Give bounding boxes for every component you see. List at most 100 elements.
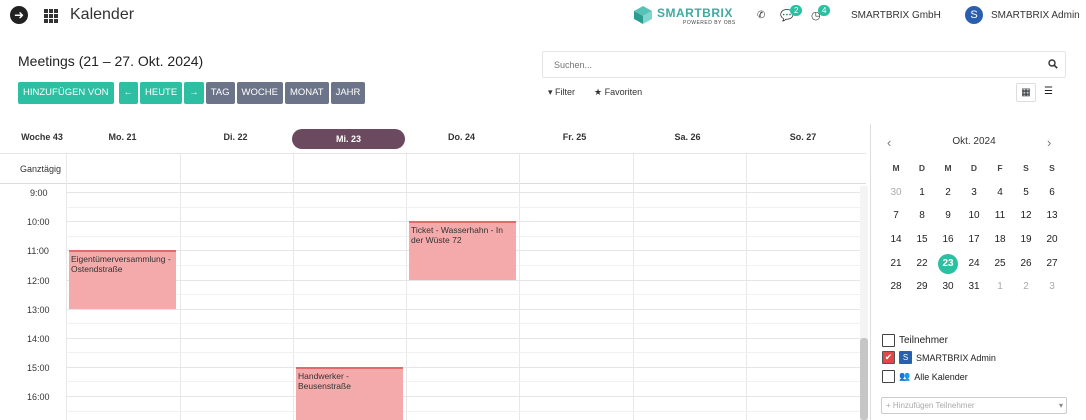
mini-day[interactable]: 12 — [1013, 204, 1039, 228]
day-header[interactable]: Fr. 25 — [518, 124, 631, 154]
month-view-button[interactable]: MONAT — [284, 82, 329, 104]
user-avatar[interactable]: S — [965, 6, 983, 24]
mini-day[interactable]: 2 — [935, 181, 961, 205]
hour-line — [66, 192, 860, 193]
calendar-event[interactable]: Handwerker - Beusenstraße — [296, 367, 403, 420]
mini-day[interactable]: 30 — [935, 275, 961, 299]
mini-day[interactable]: 25 — [987, 252, 1013, 276]
day-header[interactable]: Di. 22 — [179, 124, 292, 154]
weekday-label: S — [1023, 163, 1029, 173]
mini-day[interactable]: 14 — [883, 228, 909, 252]
logo-text: SMARTBRIX — [657, 6, 733, 20]
mini-day[interactable]: 31 — [961, 275, 987, 299]
messages-badge: 2 — [790, 5, 803, 16]
day-header[interactable]: Sa. 26 — [631, 124, 744, 154]
company-switcher[interactable]: SMARTBRIX GmbH — [851, 10, 941, 21]
top-navbar: ➜ Kalender SMARTBRIX POWERED BY OBS ✆ 💬 … — [0, 0, 1086, 32]
mini-day[interactable]: 16 — [935, 228, 961, 252]
users-icon: 👥 — [899, 371, 911, 381]
mini-day[interactable]: 5 — [1013, 181, 1039, 205]
mini-day[interactable]: 15 — [909, 228, 935, 252]
mini-day[interactable]: 3 — [1039, 275, 1065, 299]
attendee-avatar: S — [899, 351, 912, 364]
mini-day[interactable]: 24 — [961, 252, 987, 276]
apps-grid-icon[interactable] — [44, 9, 58, 23]
mini-day[interactable]: 18 — [987, 228, 1013, 252]
mini-day[interactable]: 1 — [909, 181, 935, 205]
prev-button[interactable]: ← — [118, 82, 138, 104]
hour-label: 15:00 — [27, 363, 50, 373]
check-icon[interactable]: ✔ — [882, 351, 895, 364]
calendar-header-row: Woche 43 Mo. 21 Di. 22 Mi. 23 Do. 24 Fr.… — [0, 124, 866, 154]
mini-calendar-title: Okt. 2024 — [952, 136, 996, 147]
mini-day[interactable]: 19 — [1013, 228, 1039, 252]
hour-line — [66, 396, 860, 397]
half-hour-line — [66, 411, 860, 412]
list-view-icon[interactable]: ☰ — [1044, 86, 1053, 97]
mini-day[interactable]: 30 — [883, 181, 909, 205]
app-title: Kalender — [70, 6, 135, 23]
arrow-circle-icon[interactable]: ➜ — [10, 6, 28, 24]
mini-day[interactable]: 11 — [987, 204, 1013, 228]
calendar-event[interactable]: Eigentümerversammlung - Ostendstraße — [69, 250, 176, 309]
filter-button[interactable]: ▾ Filter — [548, 87, 575, 98]
search-icon[interactable] — [1048, 59, 1058, 72]
attendee-item[interactable]: 👥 Alle Kalender — [882, 370, 968, 383]
attendees-header[interactable]: Teilnehmer — [882, 334, 948, 347]
day-header[interactable]: Do. 24 — [405, 124, 518, 154]
hour-line — [66, 338, 860, 339]
day-header[interactable]: Mo. 21 — [66, 124, 179, 154]
mini-day[interactable]: 13 — [1039, 204, 1065, 228]
weekday-label: F — [997, 163, 1003, 173]
mini-day[interactable]: 28 — [883, 275, 909, 299]
all-day-row[interactable]: Ganztägig — [0, 154, 866, 184]
attendee-checkbox[interactable] — [882, 370, 895, 383]
hour-label: 9:00 — [30, 188, 48, 198]
filter-label: Filter — [555, 87, 576, 97]
mini-day[interactable]: 21 — [883, 252, 909, 276]
mini-day[interactable]: 3 — [961, 181, 987, 205]
add-attendee-select[interactable]: + Hinzufügen Teilnehmer ▾ — [881, 397, 1067, 414]
mini-day-selected[interactable]: 23 — [935, 252, 961, 276]
logo-subtext: POWERED BY OBS — [683, 20, 736, 26]
mini-day[interactable]: 4 — [987, 181, 1013, 205]
scrollbar-thumb[interactable] — [860, 338, 868, 420]
mini-day[interactable]: 7 — [883, 204, 909, 228]
mini-day[interactable]: 8 — [909, 204, 935, 228]
add-attendee-placeholder: + Hinzufügen Teilnehmer — [886, 401, 975, 410]
mini-day[interactable]: 1 — [987, 275, 1013, 299]
attendee-item[interactable]: ✔ S SMARTBRIX Admin — [882, 351, 996, 364]
week-view-button[interactable]: WOCHE — [236, 82, 283, 104]
mini-day[interactable]: 20 — [1039, 228, 1065, 252]
next-button[interactable]: → — [184, 82, 204, 104]
day-header[interactable]: So. 27 — [744, 124, 862, 154]
phone-icon[interactable]: ✆ — [757, 10, 765, 21]
today-button[interactable]: HEUTE — [140, 82, 183, 104]
day-view-button[interactable]: TAG — [205, 82, 235, 104]
mini-day[interactable]: 26 — [1013, 252, 1039, 276]
mini-day[interactable]: 17 — [961, 228, 987, 252]
calendar-event[interactable]: Ticket - Wasserhahn - In der Wüste 72 — [409, 221, 516, 280]
mini-day[interactable]: 10 — [961, 204, 987, 228]
calendar-view-icon[interactable]: ▦ — [1016, 83, 1036, 102]
chevron-left-icon[interactable]: ‹ — [887, 135, 891, 150]
favorites-button[interactable]: ★ Favoriten — [594, 87, 642, 98]
year-view-button[interactable]: JAHR — [330, 82, 366, 104]
hour-label: 13:00 — [27, 305, 50, 315]
weekday-label: M — [944, 163, 952, 173]
weekday-label: D — [918, 163, 926, 173]
search-input[interactable] — [543, 52, 1033, 77]
mini-day[interactable]: 27 — [1039, 252, 1065, 276]
add-button[interactable]: HINZUFÜGEN VON — [18, 82, 114, 104]
mini-day[interactable]: 29 — [909, 275, 935, 299]
mini-day[interactable]: 2 — [1013, 275, 1039, 299]
chevron-right-icon[interactable]: › — [1047, 135, 1051, 150]
user-menu[interactable]: SMARTBRIX Admin — [991, 10, 1080, 21]
half-hour-line — [66, 381, 860, 382]
mini-day[interactable]: 9 — [935, 204, 961, 228]
filter-icon: ▾ — [548, 87, 553, 97]
day-header-today[interactable]: Mi. 23 — [292, 129, 405, 149]
attendees-checkbox[interactable] — [882, 334, 895, 347]
mini-day[interactable]: 22 — [909, 252, 935, 276]
mini-day[interactable]: 6 — [1039, 181, 1065, 205]
